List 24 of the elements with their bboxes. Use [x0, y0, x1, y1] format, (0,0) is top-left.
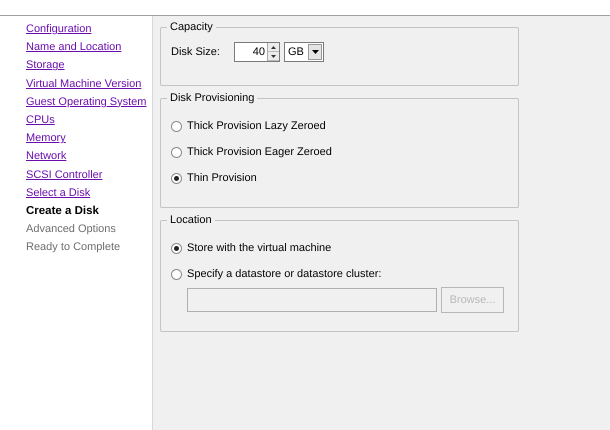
wizard-step-pending: Advanced Options	[26, 223, 116, 236]
radio-option[interactable]: Thin Provision	[171, 165, 508, 191]
wizard-step-link[interactable]: Name and Location	[26, 41, 122, 54]
wizard-step-link[interactable]: Configuration	[26, 23, 92, 35]
dropdown-arrow-icon	[312, 50, 318, 54]
wizard-step-link[interactable]: Storage	[26, 59, 65, 72]
wizard-step-pending: Ready to Complete	[26, 241, 120, 254]
group-title: Disk Provisioning	[167, 91, 258, 105]
wizard-step-link[interactable]: Virtual Machine Version	[26, 78, 142, 90]
radio-option[interactable]: Specify a datastore or datastore cluster:	[171, 261, 508, 287]
group-title: Capacity	[167, 20, 216, 34]
radio-option[interactable]: Thick Provision Lazy Zeroed	[171, 113, 508, 139]
radio-option[interactable]: Store with the virtual machine	[171, 235, 508, 261]
wizard-step-current: Create a Disk	[26, 205, 99, 218]
disk-size-label: Disk Size:	[171, 44, 221, 60]
unit-dropdown[interactable]: GB	[284, 42, 324, 62]
wizard-step-link[interactable]: CPUs	[26, 114, 55, 126]
disk-size-spinner[interactable]: 40	[234, 42, 280, 62]
wizard-step-link[interactable]: Guest Operating System	[26, 96, 146, 108]
wizard-step-link[interactable]: SCSI Controller	[26, 168, 102, 181]
wizard-step-link[interactable]: Select a Disk	[26, 186, 90, 199]
radio-option[interactable]: Thick Provision Eager Zeroed	[171, 139, 508, 165]
wizard-step-link[interactable]: Network	[26, 150, 66, 162]
wizard-step-link[interactable]: Memory	[26, 132, 66, 144]
